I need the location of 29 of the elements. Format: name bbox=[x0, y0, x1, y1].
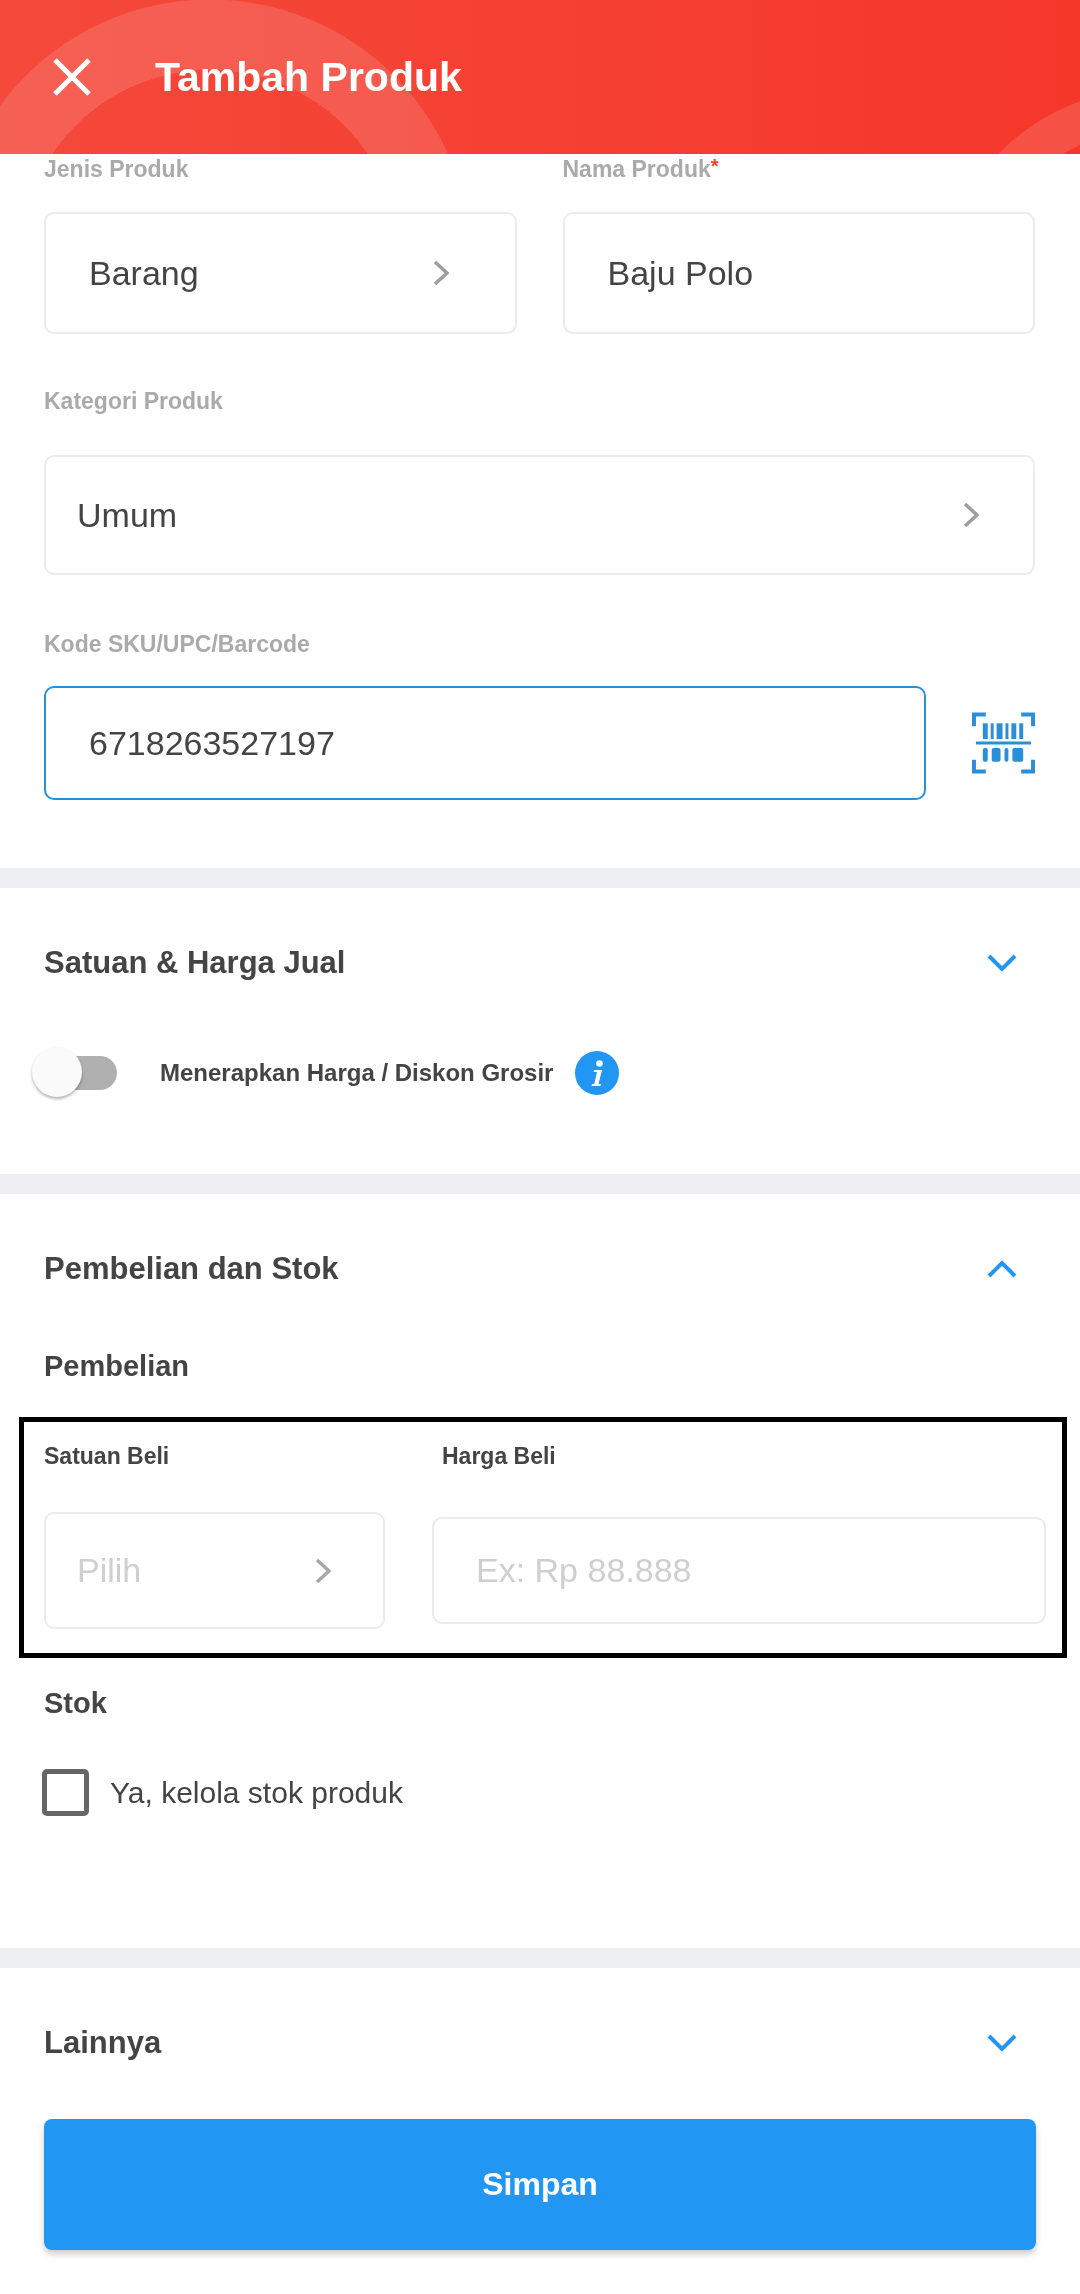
field-label: Kode SKU/UPC/Barcode bbox=[44, 631, 310, 657]
select-field[interactable]: Barang bbox=[44, 212, 517, 334]
chevron-right-icon bbox=[315, 1557, 331, 1584]
field-label: Kategori Produk bbox=[44, 388, 223, 414]
chevron-down-icon[interactable] bbox=[987, 2034, 1017, 2052]
barcode-scan-icon[interactable] bbox=[972, 712, 1035, 774]
chevron-down-icon[interactable] bbox=[987, 954, 1017, 972]
page-title: Tambah Produk bbox=[155, 53, 462, 102]
section-heading: Satuan & Harga Jual bbox=[44, 945, 346, 981]
subsection-heading: Stok bbox=[44, 1686, 107, 1721]
checkbox-label: Ya, kelola stok produk bbox=[110, 1775, 403, 1810]
info-icon[interactable] bbox=[575, 1051, 620, 1095]
chevron-right-icon bbox=[432, 260, 449, 286]
toggle-label: Menerapkan Harga / Diskon Grosir bbox=[160, 1059, 554, 1087]
required-mark: * bbox=[710, 156, 719, 176]
field-label: Nama Produk bbox=[562, 156, 711, 182]
input-field[interactable]: Baju Polo bbox=[562, 212, 1035, 334]
subsection-heading: Pembelian bbox=[44, 1349, 190, 1384]
chevron-up-icon[interactable] bbox=[987, 1260, 1017, 1278]
chevron-right-icon bbox=[963, 502, 979, 528]
field-label: Harga Beli bbox=[442, 1443, 556, 1469]
section-heading: Pembelian dan Stok bbox=[44, 1251, 339, 1287]
field-label: Jenis Produk bbox=[44, 156, 189, 182]
checkbox[interactable] bbox=[42, 1769, 89, 1816]
section-heading: Lainnya bbox=[44, 2025, 162, 2061]
input-field[interactable]: 6718263527197 bbox=[44, 686, 926, 800]
close-icon[interactable] bbox=[52, 57, 92, 97]
select-field[interactable]: Umum bbox=[44, 455, 1035, 575]
field-label: Satuan Beli bbox=[44, 1443, 170, 1469]
